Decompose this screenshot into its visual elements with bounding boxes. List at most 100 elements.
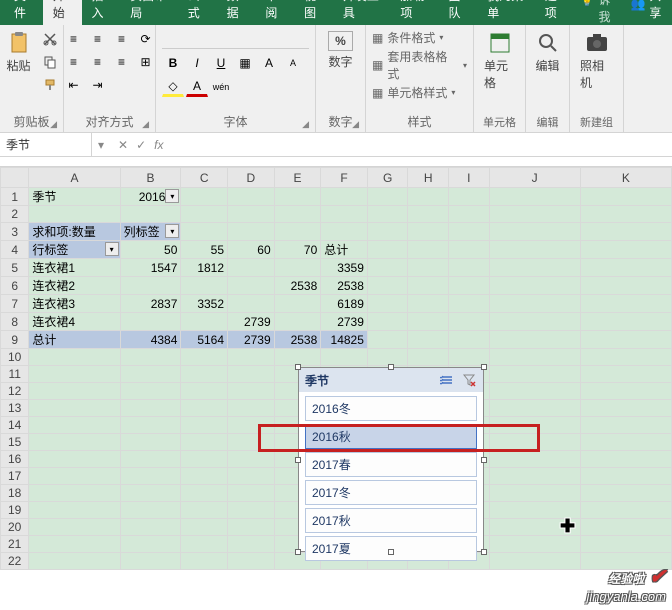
cell-B18[interactable]: [120, 485, 181, 502]
cell-D2[interactable]: [228, 206, 275, 223]
copy-button[interactable]: [39, 52, 61, 72]
col-header-I[interactable]: I: [448, 168, 489, 188]
cell-F1[interactable]: [321, 188, 368, 206]
cell-K20[interactable]: [580, 519, 671, 536]
cell-J21[interactable]: [489, 536, 580, 553]
col-header-G[interactable]: G: [367, 168, 408, 188]
cell-A13[interactable]: [29, 400, 120, 417]
italic-button[interactable]: I: [186, 53, 208, 73]
cell-D5[interactable]: [228, 259, 275, 277]
cell-K17[interactable]: [580, 468, 671, 485]
col-header-D[interactable]: D: [228, 168, 275, 188]
row-header-12[interactable]: 12: [1, 383, 29, 400]
filter-icon[interactable]: ▾: [165, 224, 179, 238]
cell-C4[interactable]: 55: [181, 241, 228, 259]
cell-J19[interactable]: [489, 502, 580, 519]
cell-B17[interactable]: [120, 468, 181, 485]
row-header-13[interactable]: 13: [1, 400, 29, 417]
launcher-icon[interactable]: ◢: [352, 119, 359, 130]
cell-K19[interactable]: [580, 502, 671, 519]
cell-K4[interactable]: [580, 241, 671, 259]
cell-I6[interactable]: [448, 277, 489, 295]
col-header-F[interactable]: F: [321, 168, 368, 188]
cell-A11[interactable]: [29, 366, 120, 383]
slicer-item-4[interactable]: 2017秋: [305, 508, 477, 533]
font-color-button[interactable]: A: [186, 77, 208, 97]
cell-J1[interactable]: [489, 188, 580, 206]
cell-I9[interactable]: [448, 331, 489, 349]
row-header-2[interactable]: 2: [1, 206, 29, 223]
indent-inc-button[interactable]: ⇥: [87, 75, 109, 95]
row-header-7[interactable]: 7: [1, 295, 29, 313]
camera-button[interactable]: 照相机: [576, 29, 617, 93]
cell-J17[interactable]: [489, 468, 580, 485]
cell-A2[interactable]: [29, 206, 120, 223]
cell-A16[interactable]: [29, 451, 120, 468]
cell-J22[interactable]: [489, 553, 580, 570]
cell-G3[interactable]: [367, 223, 408, 241]
cell-K5[interactable]: [580, 259, 671, 277]
cell-J11[interactable]: [489, 366, 580, 383]
cell-C9[interactable]: 5164: [181, 331, 228, 349]
cell-H1[interactable]: [408, 188, 449, 206]
orientation-button[interactable]: ⟳: [135, 29, 157, 49]
fill-color-button[interactable]: ◇: [162, 77, 184, 97]
cell-B19[interactable]: [120, 502, 181, 519]
cell-B1[interactable]: 2016秋▾: [120, 188, 181, 206]
cell-H2[interactable]: [408, 206, 449, 223]
cell-F5[interactable]: 3359: [321, 259, 368, 277]
enter-formula-button[interactable]: ✓: [136, 138, 146, 152]
editing-button[interactable]: 编辑: [532, 29, 564, 76]
cell-K8[interactable]: [580, 313, 671, 331]
paste-button[interactable]: 粘贴: [3, 29, 35, 76]
cut-button[interactable]: [39, 29, 61, 49]
cell-B14[interactable]: [120, 417, 181, 434]
col-header-J[interactable]: J: [489, 168, 580, 188]
font-shrink-button[interactable]: A: [282, 53, 304, 73]
tab-7[interactable]: 视图: [294, 0, 333, 25]
cell-A4[interactable]: 行标签▾: [29, 241, 120, 259]
col-header-A[interactable]: A: [29, 168, 120, 188]
cell-H7[interactable]: [408, 295, 449, 313]
cell-F4[interactable]: 总计: [321, 241, 368, 259]
cell-K15[interactable]: [580, 434, 671, 451]
cell-J10[interactable]: [489, 349, 580, 366]
cell-B11[interactable]: [120, 366, 181, 383]
cell-A10[interactable]: [29, 349, 120, 366]
filter-icon[interactable]: ▾: [165, 189, 179, 203]
cell-C7[interactable]: 3352: [181, 295, 228, 313]
row-header-16[interactable]: 16: [1, 451, 29, 468]
clear-filter-icon[interactable]: [461, 372, 477, 388]
row-header-3[interactable]: 3: [1, 223, 29, 241]
align-right-button[interactable]: ≡: [111, 52, 133, 72]
cell-C15[interactable]: [181, 434, 228, 451]
row-header-19[interactable]: 19: [1, 502, 29, 519]
cell-E10[interactable]: [274, 349, 321, 366]
merge-button[interactable]: ⊞: [135, 52, 157, 72]
cell-K12[interactable]: [580, 383, 671, 400]
cell-D10[interactable]: [228, 349, 275, 366]
cell-I10[interactable]: [448, 349, 489, 366]
cell-C5[interactable]: 1812: [181, 259, 228, 277]
row-header-1[interactable]: 1: [1, 188, 29, 206]
cell-B13[interactable]: [120, 400, 181, 417]
cell-A20[interactable]: [29, 519, 120, 536]
cell-K11[interactable]: [580, 366, 671, 383]
launcher-icon[interactable]: ◢: [142, 119, 149, 130]
cell-A18[interactable]: [29, 485, 120, 502]
cell-J3[interactable]: [489, 223, 580, 241]
number-format-button[interactable]: % 数字: [324, 29, 357, 72]
cell-B4[interactable]: 50: [120, 241, 181, 259]
cell-E3[interactable]: [274, 223, 321, 241]
tab-9[interactable]: 加载项: [390, 0, 438, 25]
cell-K6[interactable]: [580, 277, 671, 295]
tab-3[interactable]: 页面布局: [120, 0, 178, 25]
cell-D14[interactable]: [228, 417, 275, 434]
align-bottom-button[interactable]: ≡: [111, 29, 133, 49]
tab-2[interactable]: 插入: [82, 0, 121, 25]
cell-D11[interactable]: [228, 366, 275, 383]
cell-I3[interactable]: [448, 223, 489, 241]
cell-I4[interactable]: [448, 241, 489, 259]
cell-J4[interactable]: [489, 241, 580, 259]
align-middle-button[interactable]: ≡: [87, 29, 109, 49]
